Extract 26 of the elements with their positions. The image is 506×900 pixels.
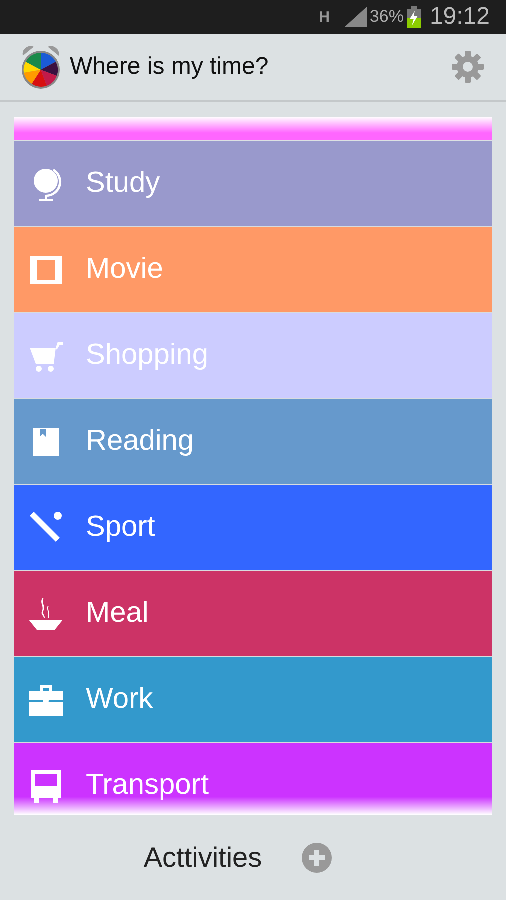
signal-icon: [344, 7, 367, 27]
alarm-clock-logo-icon: [20, 44, 62, 90]
activity-label: Meal: [86, 597, 149, 630]
add-icon[interactable]: [302, 842, 332, 872]
network-type-indicator: H: [319, 8, 330, 26]
activity-label: Movie: [86, 253, 164, 286]
steaming-bowl-icon: [28, 596, 64, 632]
activities-heading: Acttivities: [144, 842, 262, 874]
battery-percent: 36%: [370, 7, 404, 27]
activity-label: Study: [86, 167, 160, 200]
battery-icon: [406, 6, 421, 28]
activity-label: Reading: [86, 425, 194, 458]
activity-label: Sport: [86, 511, 156, 544]
settings-icon[interactable]: [452, 51, 484, 83]
activity-item[interactable]: Study: [14, 141, 492, 226]
activity-label: Transport: [86, 769, 210, 802]
clock-time: 19:12: [430, 3, 490, 31]
bus-icon: [28, 768, 64, 804]
activity-item[interactable]: Sport: [14, 485, 492, 570]
activity-item[interactable]: Transport: [14, 743, 492, 815]
activity-item[interactable]: Reading: [14, 399, 492, 484]
activity-item[interactable]: Work: [14, 657, 492, 742]
activity-label: Work: [86, 683, 154, 716]
app-title: Where is my time?: [70, 53, 270, 81]
activity-item[interactable]: Meal: [14, 571, 492, 656]
activity-item[interactable]: Movie: [14, 227, 492, 312]
